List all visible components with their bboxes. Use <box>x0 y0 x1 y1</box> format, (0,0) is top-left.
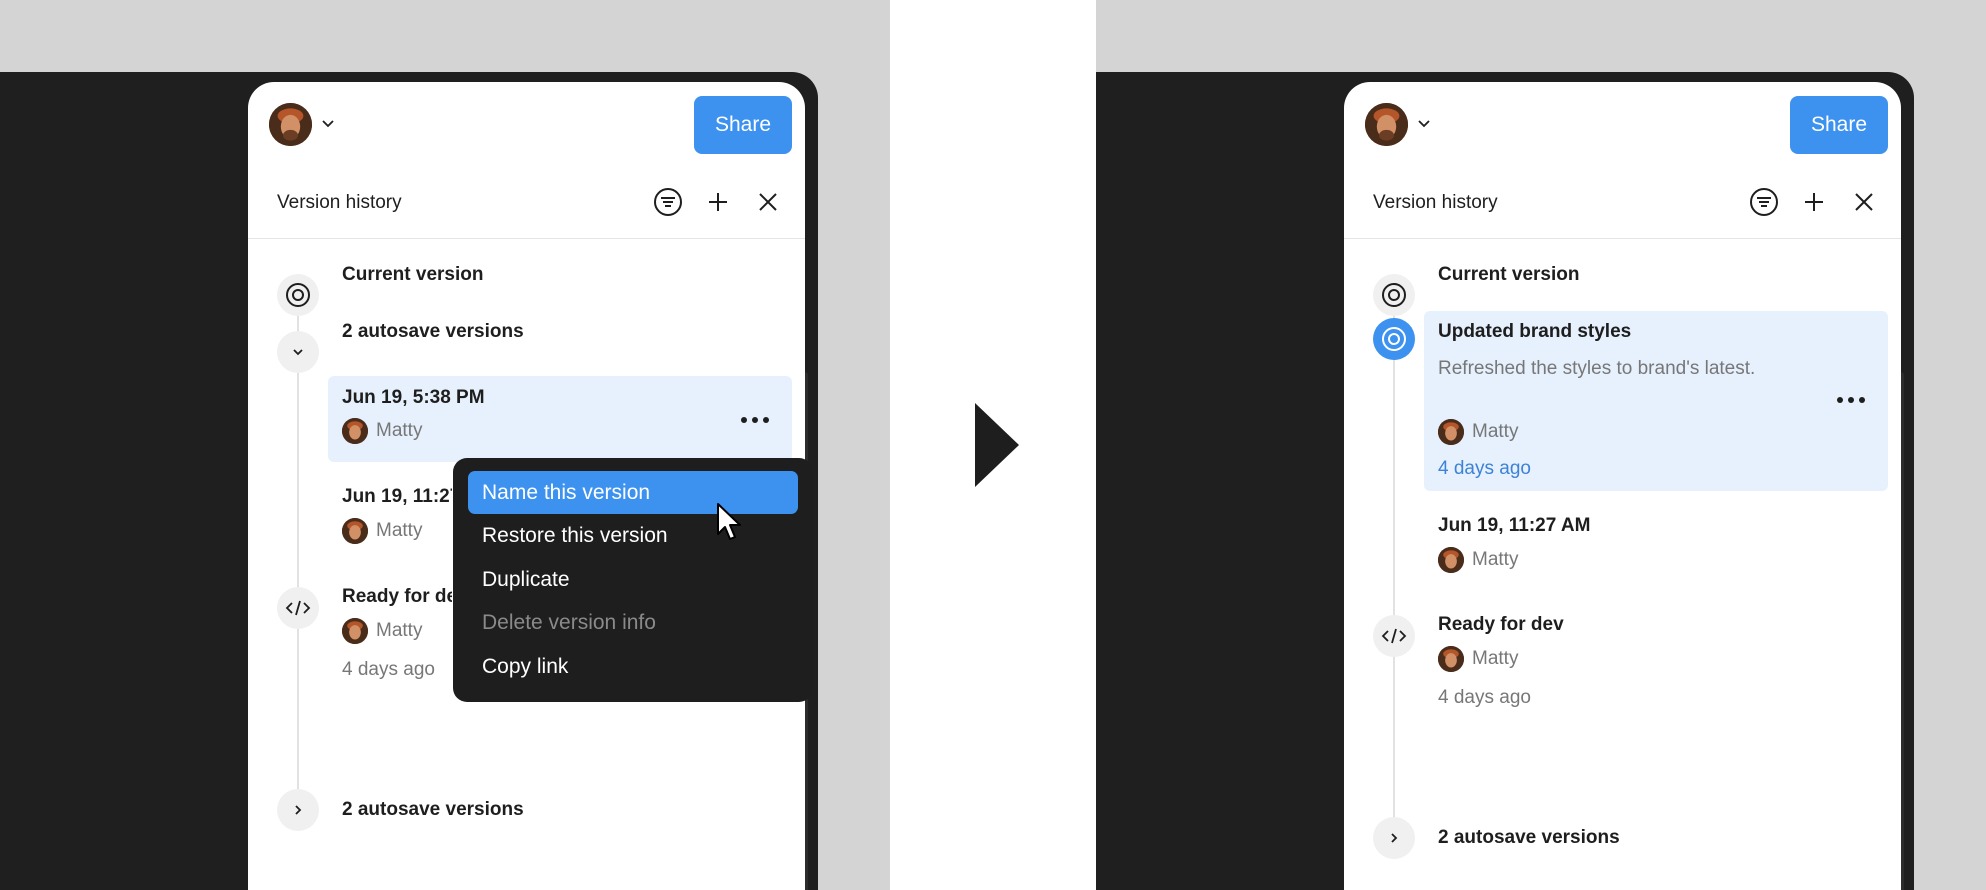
version-time: 4 days ago <box>342 659 435 680</box>
autosave-group-label[interactable]: 2 autosave versions <box>342 799 524 821</box>
timeline-line <box>1393 295 1395 840</box>
panel-title: Version history <box>277 192 402 213</box>
chevron-down-icon[interactable] <box>320 116 336 132</box>
version-title[interactable]: Jun 19, 11:27 AM <box>342 486 452 508</box>
version-title[interactable]: Ready for dev <box>1438 614 1564 636</box>
author-name: Matty <box>1472 549 1519 570</box>
target-icon <box>1373 274 1415 316</box>
context-menu: Name this version Restore this version D… <box>453 458 813 702</box>
chevron-down-icon[interactable] <box>277 331 319 373</box>
target-icon <box>1373 318 1415 360</box>
menu-item-delete-version-info: Delete version info <box>482 610 656 634</box>
autosave-group-label[interactable]: 2 autosave versions <box>342 321 524 343</box>
plus-icon[interactable] <box>1798 186 1830 218</box>
version-author: Matty <box>1438 646 1518 672</box>
author-name: Matty <box>376 520 423 541</box>
user-avatar[interactable] <box>269 103 312 146</box>
code-icon <box>277 587 319 629</box>
author-name: Matty <box>1472 421 1519 442</box>
author-name: Matty <box>1472 648 1519 669</box>
version-time: 4 days ago <box>1438 687 1531 708</box>
share-button[interactable]: Share <box>694 96 792 154</box>
version-description: Refreshed the styles to brand's latest. <box>1438 358 1756 379</box>
version-history-panel: Share Version history Current version Up… <box>1344 82 1901 890</box>
avatar <box>342 618 368 644</box>
chevron-down-icon[interactable] <box>1416 116 1432 132</box>
version-title[interactable]: Ready for dev <box>342 586 452 608</box>
autosave-group-label[interactable]: 2 autosave versions <box>1438 827 1620 849</box>
version-title: Jun 19, 5:38 PM <box>342 387 485 408</box>
author-name: Matty <box>376 620 423 641</box>
panel-title: Version history <box>1373 192 1498 213</box>
avatar <box>1438 419 1464 445</box>
timeline-line <box>297 295 299 822</box>
avatar <box>342 518 368 544</box>
menu-item-restore-version[interactable]: Restore this version <box>468 514 798 557</box>
chevron-right-icon[interactable] <box>277 789 319 831</box>
current-version-label[interactable]: Current version <box>1438 264 1579 286</box>
version-author: Matty <box>342 418 422 444</box>
menu-item-name-version[interactable]: Name this version <box>468 471 798 514</box>
plus-icon[interactable] <box>702 186 734 218</box>
target-icon <box>277 274 319 316</box>
user-avatar[interactable] <box>1365 103 1408 146</box>
before-screen: Share Version history Current version 2 … <box>0 0 890 890</box>
after-screen: Share Version history Current version Up… <box>1096 0 1986 890</box>
version-title: Updated brand styles <box>1438 321 1632 342</box>
filter-icon[interactable] <box>1748 186 1780 218</box>
version-author: Matty <box>342 618 422 644</box>
menu-item-duplicate[interactable]: Duplicate <box>468 558 798 601</box>
play-arrow-icon <box>975 403 1019 487</box>
more-icon[interactable] <box>741 417 769 423</box>
pointer-cursor-icon <box>717 503 741 540</box>
version-title[interactable]: Jun 19, 11:27 AM <box>1438 515 1590 537</box>
close-icon[interactable] <box>1848 186 1880 218</box>
filter-icon[interactable] <box>652 186 684 218</box>
version-author: Matty <box>342 518 422 544</box>
header-divider <box>248 238 805 239</box>
avatar <box>1438 646 1464 672</box>
header-divider <box>1344 238 1901 239</box>
menu-item-copy-link[interactable]: Copy link <box>468 645 798 688</box>
author-name: Matty <box>376 420 423 441</box>
version-time: 4 days ago <box>1438 458 1531 479</box>
avatar <box>1438 547 1464 573</box>
version-author: Matty <box>1438 547 1518 573</box>
share-button[interactable]: Share <box>1790 96 1888 154</box>
version-author: Matty <box>1438 419 1518 445</box>
more-icon[interactable] <box>1837 397 1865 403</box>
chevron-right-icon[interactable] <box>1373 817 1415 859</box>
close-icon[interactable] <box>752 186 784 218</box>
current-version-label[interactable]: Current version <box>342 264 483 286</box>
avatar <box>342 418 368 444</box>
code-icon <box>1373 615 1415 657</box>
